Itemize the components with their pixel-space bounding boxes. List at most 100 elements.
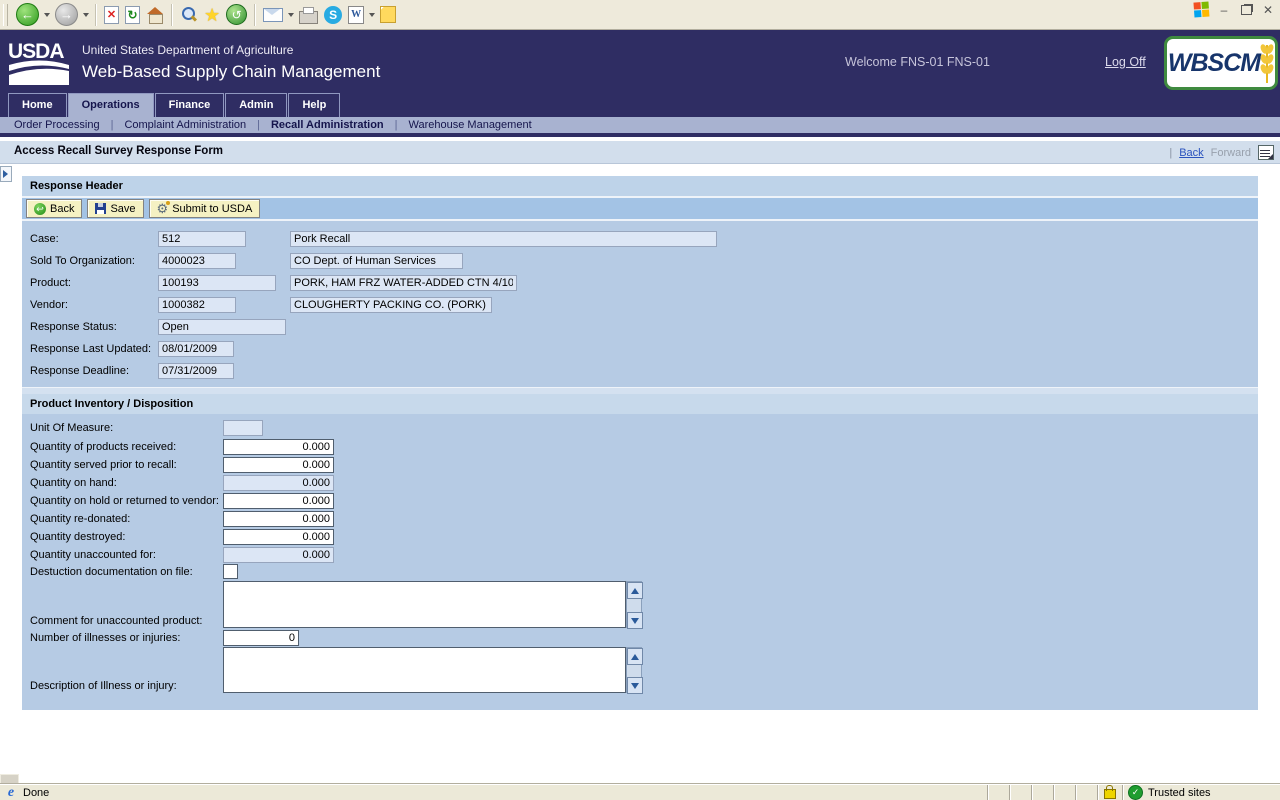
subnav-warehouse-management[interactable]: Warehouse Management: [407, 119, 534, 131]
illness-scroll-down-button[interactable]: [627, 677, 643, 694]
stop-button[interactable]: ✕: [101, 2, 122, 28]
browser-back-button[interactable]: ←: [13, 2, 42, 28]
qty-served-field[interactable]: [223, 457, 334, 473]
submit-to-usda-button[interactable]: ⚙ Submit to USDA: [149, 199, 261, 218]
history-icon: ↺: [226, 4, 247, 25]
stop-icon: ✕: [104, 6, 119, 24]
tab-finance[interactable]: Finance: [155, 93, 225, 117]
last-updated-label: Response Last Updated:: [30, 343, 151, 355]
qty-destroyed-label: Quantity destroyed:: [30, 531, 125, 543]
unit-of-measure-field: [223, 420, 263, 436]
tab-help[interactable]: Help: [288, 93, 340, 117]
refresh-icon: ↻: [125, 6, 140, 24]
edit-word-button[interactable]: W: [345, 2, 367, 28]
back-icon: ←: [16, 3, 39, 26]
qty-destroyed-field[interactable]: [223, 529, 334, 545]
subnav-order-processing[interactable]: Order Processing: [12, 119, 102, 131]
qty-on-hold-field[interactable]: [223, 493, 334, 509]
illness-count-field[interactable]: [223, 630, 299, 646]
unit-of-measure-label: Unit Of Measure:: [30, 422, 113, 434]
save-button-label: Save: [110, 203, 135, 215]
page-forward-link: Forward: [1211, 147, 1251, 159]
chevron-right-icon: [3, 170, 8, 178]
restore-button[interactable]: [1238, 3, 1254, 17]
log-off-link[interactable]: Log Off: [1105, 55, 1146, 69]
favorites-button[interactable]: ★: [201, 2, 223, 28]
agency-name: United States Department of Agriculture: [82, 43, 293, 57]
word-dropdown-icon[interactable]: [369, 13, 375, 17]
qty-unaccounted-label: Quantity unaccounted for:: [30, 549, 156, 561]
search-button[interactable]: [177, 2, 201, 28]
back-dropdown-icon[interactable]: [44, 13, 50, 17]
comment-scroll-up-button[interactable]: [627, 582, 643, 599]
notes-button[interactable]: [377, 2, 399, 28]
destruction-doc-checkbox[interactable]: [223, 564, 238, 579]
status-text: Done: [23, 787, 49, 799]
submit-button-label: Submit to USDA: [172, 203, 252, 215]
arrow-down-icon: [631, 618, 639, 624]
illness-desc-textarea[interactable]: [223, 647, 626, 693]
home-button[interactable]: [143, 2, 167, 28]
qty-on-hold-label: Quantity on hold or returned to vendor:: [30, 495, 219, 507]
last-updated-field: [158, 341, 234, 357]
wbscm-logo: WBSCM: [1164, 36, 1278, 90]
print-button[interactable]: [296, 2, 321, 28]
page-back-link[interactable]: Back: [1179, 147, 1203, 159]
comment-scroll-down-button[interactable]: [627, 612, 643, 629]
product-label: Product:: [30, 277, 71, 289]
security-zone-pane: ✓ Trusted sites: [1122, 785, 1280, 800]
tab-operations[interactable]: Operations: [68, 93, 154, 117]
browser-forward-button[interactable]: →: [52, 2, 81, 28]
destruction-doc-label: Destuction documentation on file:: [30, 566, 193, 578]
response-status-field: [158, 319, 286, 335]
tab-admin[interactable]: Admin: [225, 93, 287, 117]
illness-desc-label: Description of Illness or injury:: [30, 680, 177, 692]
form-toolbar: ↩ Back Save ⚙ Submit to USDA: [22, 198, 1258, 219]
sold-to-label: Sold To Organization:: [30, 255, 135, 267]
illness-scroll-up-button[interactable]: [627, 648, 643, 665]
back-arrow-icon: ↩: [34, 203, 46, 215]
subnav-complaint-administration[interactable]: Complaint Administration: [122, 119, 248, 131]
subnav-recall-administration[interactable]: Recall Administration: [269, 119, 386, 131]
usda-logo: USDA: [8, 38, 70, 89]
vendor-id-field: [158, 297, 236, 313]
screen: ← → ✕ ↻ ★ ↺ S W – ✕: [0, 0, 1280, 800]
status-pane: [1031, 785, 1053, 800]
history-button[interactable]: ↺: [223, 2, 250, 28]
trusted-check-icon: ✓: [1128, 785, 1143, 800]
welcome-text: Welcome FNS-01 FNS-01: [845, 55, 990, 69]
page-menu-icon[interactable]: [1258, 145, 1274, 160]
wbscm-brand: WBSCM: [1168, 49, 1260, 78]
subnav-separator: |: [395, 119, 398, 131]
comment-textarea[interactable]: [223, 581, 626, 628]
tab-home[interactable]: Home: [8, 93, 67, 117]
case-label: Case:: [30, 233, 59, 245]
gear-icon: ⚙: [157, 202, 169, 215]
close-button[interactable]: ✕: [1260, 3, 1276, 17]
toolbar-grip[interactable]: [3, 4, 8, 26]
toolbar-separator: [171, 4, 173, 26]
minimize-button[interactable]: –: [1216, 3, 1232, 17]
mail-dropdown-icon[interactable]: [288, 13, 294, 17]
back-button[interactable]: ↩ Back: [26, 199, 82, 218]
refresh-button[interactable]: ↻: [122, 2, 143, 28]
skype-button[interactable]: S: [321, 2, 345, 28]
illness-desc-scrollbar: [626, 647, 642, 693]
forward-icon: →: [55, 3, 78, 26]
qty-redonated-field[interactable]: [223, 511, 334, 527]
back-button-label: Back: [50, 203, 74, 215]
ie-page-icon: e: [4, 786, 18, 800]
panel-collapse-handle[interactable]: [0, 166, 12, 182]
page-title-bar: Access Recall Survey Response Form | Bac…: [0, 141, 1280, 164]
mail-button[interactable]: [260, 2, 286, 28]
forward-dropdown-icon[interactable]: [83, 13, 89, 17]
subnav-separator: |: [111, 119, 114, 131]
home-icon: [146, 7, 164, 23]
status-pane: [1009, 785, 1031, 800]
security-zone-text: Trusted sites: [1148, 787, 1211, 799]
qty-received-field[interactable]: [223, 439, 334, 455]
qty-on-hand-label: Quantity on hand:: [30, 477, 117, 489]
deadline-label: Response Deadline:: [30, 365, 129, 377]
vendor-desc-field: [290, 297, 492, 313]
save-button[interactable]: Save: [87, 199, 143, 218]
